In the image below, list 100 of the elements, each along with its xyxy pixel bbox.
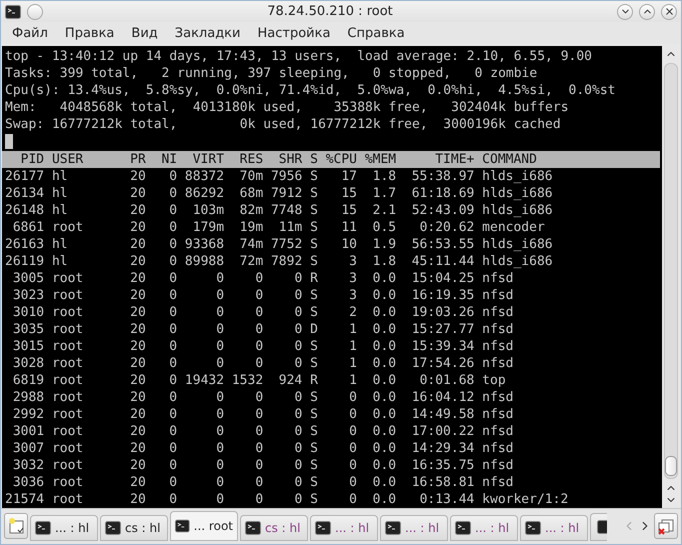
table-cell-text: 3015 xyxy=(12,338,44,355)
table-cell-text: 0 xyxy=(348,456,357,474)
table-cell-text: 0:20.62 xyxy=(418,218,474,236)
terminal-icon xyxy=(175,519,190,534)
table-cell: S xyxy=(310,474,318,491)
table-cell-text: 0 xyxy=(254,474,264,491)
table-cell-text: 11 xyxy=(340,218,357,236)
tab[interactable]: ... : hl xyxy=(450,515,518,542)
table-cell-text: 0 xyxy=(168,320,178,338)
table-cell-text: 15:39.34 xyxy=(410,338,474,355)
table-cell-text: 82m xyxy=(238,202,264,219)
terminal-icon xyxy=(105,521,121,536)
tab[interactable]: ... : hl xyxy=(30,515,98,542)
menu-item[interactable]: Правка xyxy=(58,26,122,41)
table-cell-text: 17:54.26 xyxy=(410,354,474,372)
table-cell-text: 16:04.12 xyxy=(410,388,474,406)
table-cell-text: 0 xyxy=(168,270,178,287)
table-cell: S xyxy=(310,184,318,202)
close-button[interactable] xyxy=(661,4,677,20)
table-cell-text: 0.0 xyxy=(372,354,396,372)
table-cell-text: 0 xyxy=(293,320,302,338)
terminal-icon xyxy=(455,521,471,536)
menu-item[interactable]: Справка xyxy=(340,26,412,41)
new-tab-button[interactable] xyxy=(4,513,28,540)
menu-item[interactable]: Настройка xyxy=(250,26,338,41)
table-cell-text: 0 xyxy=(293,388,302,406)
table-cell-text: 0.0 xyxy=(372,474,396,491)
table-cell-text: 0 xyxy=(168,456,178,474)
table-cell-text: 0 xyxy=(168,354,178,372)
table-cell-text: 10 xyxy=(340,236,357,253)
table-cell: S xyxy=(310,406,318,423)
table-cell-text: 0 xyxy=(168,304,178,321)
tab[interactable]: ... : hl xyxy=(380,515,448,542)
table-cell: R xyxy=(310,270,318,287)
table-cell-text: 0.0 xyxy=(372,456,396,474)
table-cell-text: 20 xyxy=(129,252,146,270)
tab[interactable] xyxy=(590,513,607,542)
table-cell-text: root xyxy=(52,320,84,338)
table-cell: 7956 xyxy=(270,168,302,185)
menu-item[interactable]: Файл xyxy=(5,26,55,41)
table-cell-text: 0 xyxy=(254,422,264,440)
table-cell-text: root xyxy=(52,474,84,491)
table-cell-text: hl xyxy=(52,236,69,253)
table-cell-text: 0 xyxy=(215,490,224,508)
table-cell-text: 0 xyxy=(254,338,264,355)
table-cell-text: root xyxy=(52,406,84,423)
table-cell: S xyxy=(310,168,318,185)
table-cell-text: 20 xyxy=(129,202,146,219)
menu-item[interactable]: Вид xyxy=(124,26,165,41)
tab[interactable]: ... : hl xyxy=(520,515,588,542)
table-cell-text: 20 xyxy=(129,286,146,304)
maximize-button[interactable] xyxy=(639,4,655,20)
table-cell-text: 17:00.22 xyxy=(410,422,474,440)
column-header: SHR xyxy=(278,150,302,168)
table-cell-text: hl xyxy=(52,168,69,185)
table-cell-text: 0 xyxy=(168,202,178,219)
table-cell: 88372 xyxy=(184,168,224,185)
terminal-icon xyxy=(245,521,261,536)
table-cell-text: 20 xyxy=(129,490,146,508)
table-cell-text: 0.0 xyxy=(372,286,396,304)
minimize-button[interactable] xyxy=(617,4,633,20)
table-cell-text: 0 xyxy=(168,490,178,508)
table-cell-text: 61:18.69 xyxy=(410,184,474,202)
table-cell-text: 0 xyxy=(168,406,178,423)
table-cell-text: 20 xyxy=(129,304,146,321)
scroll-thumb[interactable] xyxy=(665,456,677,476)
table-cell-text: 20 xyxy=(129,440,146,457)
table-cell: S xyxy=(310,218,318,236)
table-cell-text: 0 xyxy=(168,422,178,440)
tab[interactable]: cs : hl xyxy=(100,515,168,542)
column-header: RES xyxy=(238,150,264,168)
column-header: VIRT xyxy=(192,150,224,168)
table-cell-text: 2992 xyxy=(12,406,44,423)
table-cell-text: 1 xyxy=(348,338,357,355)
table-cell-text: 0 xyxy=(215,304,224,321)
table-cell-text: 0:13.44 xyxy=(418,490,474,508)
table-cell-text: 3032 xyxy=(12,456,44,474)
table-cell: 19432 xyxy=(184,372,224,389)
table-cell-text: 20 xyxy=(129,422,146,440)
table-cell-text: 0 xyxy=(348,388,357,406)
tab[interactable]: ... : hl xyxy=(310,515,378,542)
table-cell-text: 0 xyxy=(254,440,264,457)
scrollbar[interactable] xyxy=(662,46,680,508)
tab[interactable]: cs : hl xyxy=(240,515,308,542)
table-cell-text: root xyxy=(52,338,84,355)
table-cell-text: nfsd xyxy=(482,440,514,457)
close-tab-button[interactable] xyxy=(654,513,678,540)
tab[interactable]: ... root xyxy=(170,511,238,542)
table-cell: 26148 xyxy=(5,202,44,219)
table-cell-text: 3035 xyxy=(12,320,44,338)
table-cell-text: nfsd xyxy=(482,456,514,474)
column-header: %CPU xyxy=(326,150,357,168)
table-cell-text: 0 xyxy=(254,490,264,508)
table-cell-text: 0 xyxy=(254,320,264,338)
table-cell-text: 0 xyxy=(293,490,302,508)
table-cell-text: 0.0 xyxy=(372,304,396,321)
menu-item[interactable]: Закладки xyxy=(168,26,248,41)
summary-line: top - 13:40:12 up 14 days, 17:43, 13 users, load average: 2.10, 6.55, 9.00 xyxy=(5,48,593,65)
table-cell-text: 0 xyxy=(293,286,302,304)
table-cell: S xyxy=(310,440,318,457)
